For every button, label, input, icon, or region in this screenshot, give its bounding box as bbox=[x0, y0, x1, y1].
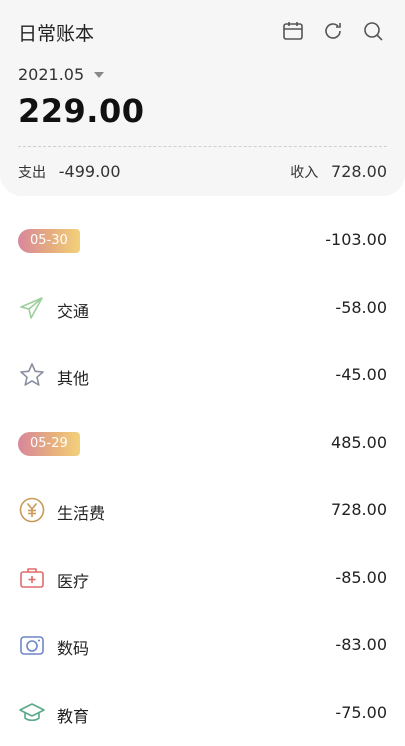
yen-icon bbox=[18, 496, 46, 524]
transaction-amount: -85.00 bbox=[335, 568, 387, 587]
transaction-amount: -83.00 bbox=[335, 635, 387, 654]
date-group-header: 05-29 485.00 bbox=[0, 409, 405, 477]
paper-plane-icon bbox=[18, 294, 46, 322]
date-badge: 05-30 bbox=[18, 229, 80, 253]
transaction-row[interactable]: 生活费 728.00 bbox=[0, 476, 405, 544]
camera-icon bbox=[18, 631, 46, 659]
transaction-amount: 728.00 bbox=[331, 500, 387, 519]
graduation-cap-icon bbox=[18, 699, 46, 727]
date-badge: 05-29 bbox=[18, 432, 80, 456]
summary-header: 日常账本 2021.05 229.00 支出 -499.00 收入 728.00 bbox=[0, 0, 405, 196]
income-value: 728.00 bbox=[331, 162, 387, 181]
month-label: 2021.05 bbox=[18, 65, 84, 84]
calendar-icon[interactable] bbox=[281, 19, 305, 43]
transaction-amount: -75.00 bbox=[335, 703, 387, 722]
category-label: 交通 bbox=[57, 298, 89, 322]
balance-amount: 229.00 bbox=[18, 92, 144, 130]
transaction-amount: -58.00 bbox=[335, 298, 387, 317]
date-total: 485.00 bbox=[331, 433, 387, 452]
expense-summary: 支出 -499.00 bbox=[18, 162, 121, 182]
category-label: 教育 bbox=[57, 703, 89, 727]
transaction-row[interactable]: 教育 -75.00 bbox=[0, 679, 405, 746]
expense-label: 支出 bbox=[18, 165, 46, 181]
chevron-down-icon bbox=[94, 72, 104, 78]
expense-value: -499.00 bbox=[59, 162, 121, 181]
app-title: 日常账本 bbox=[18, 19, 94, 46]
transaction-amount: -45.00 bbox=[335, 365, 387, 384]
transaction-row[interactable]: 其他 -45.00 bbox=[0, 341, 405, 409]
category-label: 生活费 bbox=[57, 500, 105, 524]
category-label: 医疗 bbox=[57, 568, 89, 592]
transaction-row[interactable]: 交通 -58.00 bbox=[0, 274, 405, 342]
search-icon[interactable] bbox=[361, 19, 385, 43]
category-label: 其他 bbox=[57, 365, 89, 389]
month-selector[interactable]: 2021.05 bbox=[18, 65, 104, 84]
transaction-list: 05-30 -103.00 交通 -58.00 其他 -45.00 05-29 … bbox=[0, 206, 405, 746]
divider bbox=[18, 146, 387, 147]
transaction-row[interactable]: 数码 -83.00 bbox=[0, 611, 405, 679]
income-label: 收入 bbox=[290, 165, 318, 181]
income-summary: 收入 728.00 bbox=[290, 162, 387, 182]
category-label: 数码 bbox=[57, 635, 89, 659]
refresh-icon[interactable] bbox=[321, 19, 345, 43]
star-icon bbox=[18, 361, 46, 389]
transaction-row[interactable]: 医疗 -85.00 bbox=[0, 544, 405, 612]
date-group-header: 05-30 -103.00 bbox=[0, 206, 405, 274]
medical-kit-icon bbox=[18, 564, 46, 592]
date-total: -103.00 bbox=[325, 230, 387, 249]
